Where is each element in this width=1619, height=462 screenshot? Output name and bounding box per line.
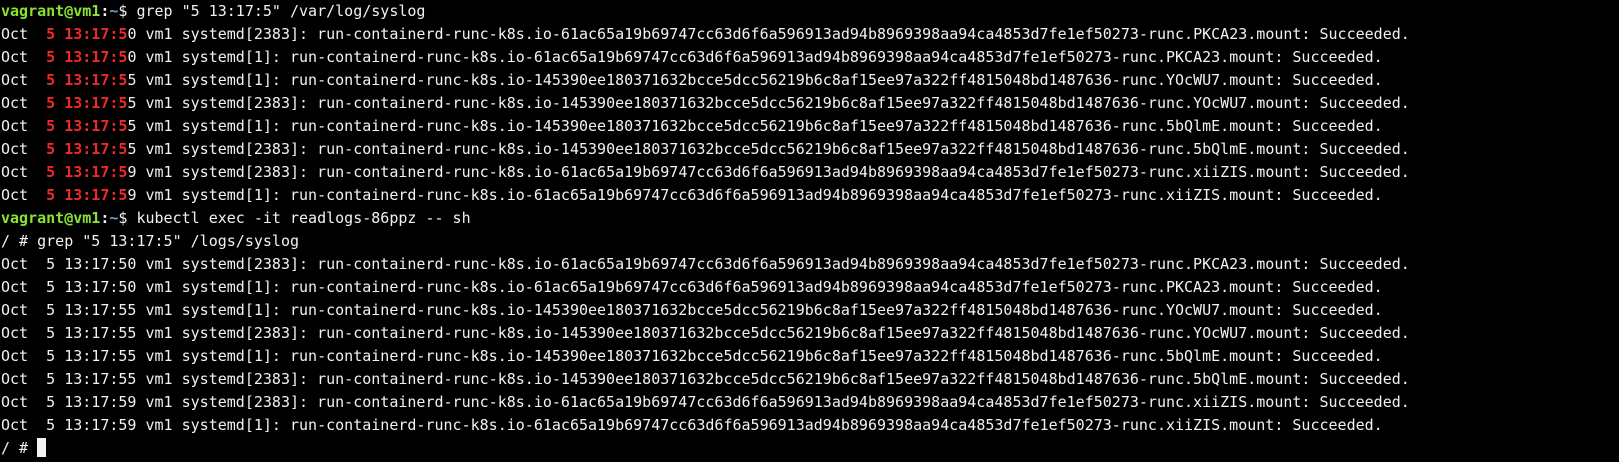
- log-line: Oct 5 13:17:59 vm1 systemd[1]: run-conta…: [1, 416, 1383, 434]
- log-line: Oct 5 13:17:55 vm1 systemd[2383]: run-co…: [1, 138, 1619, 161]
- log-rest: 9 vm1 systemd[2383]: run-containerd-runc…: [127, 163, 1410, 181]
- log-line: Oct 5 13:17:50 vm1 systemd[1]: run-conta…: [1, 46, 1619, 69]
- log-rest: 5 vm1 systemd[2383]: run-containerd-runc…: [127, 140, 1410, 158]
- grep-match: 5 13:17:5: [46, 48, 128, 66]
- log-line: Oct 5 13:17:55 vm1 systemd[1]: run-conta…: [1, 347, 1383, 365]
- log-line: Oct 5 13:17:55 vm1 systemd[2383]: run-co…: [1, 92, 1619, 115]
- log-line: Oct 5 13:17:59 vm1 systemd[1]: run-conta…: [1, 184, 1619, 207]
- command-text: kubectl exec -it readlogs-86ppz -- sh: [136, 209, 471, 227]
- log-month: Oct: [1, 186, 47, 204]
- grep-match: 5 13:17:5: [46, 117, 128, 135]
- container-prompt: / #: [1, 232, 38, 250]
- log-line: Oct 5 13:17:55 vm1 systemd[2383]: run-co…: [1, 324, 1410, 342]
- log-line: Oct 5 13:17:50 vm1 systemd[1]: run-conta…: [1, 278, 1383, 296]
- log-line: Oct 5 13:17:55 vm1 systemd[1]: run-conta…: [1, 69, 1619, 92]
- active-prompt-line[interactable]: / #: [1, 437, 1619, 460]
- prompt-symbol: $: [118, 209, 137, 227]
- log-rest: 9 vm1 systemd[1]: run-containerd-runc-k8…: [127, 186, 1383, 204]
- log-line: Oct 5 13:17:59 vm1 systemd[2383]: run-co…: [1, 393, 1410, 411]
- grep-match: 5 13:17:5: [46, 94, 128, 112]
- grep-match: 5 13:17:5: [46, 163, 128, 181]
- shell-prompt-line: vagrant@vm1:~$ kubectl exec -it readlogs…: [1, 207, 1619, 230]
- command-text: grep "5 13:17:5" /var/log/syslog: [136, 2, 426, 20]
- grep-match: 5 13:17:5: [46, 25, 128, 43]
- prompt-user-host: vagrant@vm1: [1, 2, 101, 20]
- log-line: Oct 5 13:17:59 vm1 systemd[2383]: run-co…: [1, 161, 1619, 184]
- grep-match: 5 13:17:5: [46, 71, 128, 89]
- log-rest: 5 vm1 systemd[1]: run-containerd-runc-k8…: [127, 117, 1383, 135]
- log-month: Oct: [1, 71, 47, 89]
- log-month: Oct: [1, 140, 47, 158]
- host-grep-output: Oct 5 13:17:50 vm1 systemd[2383]: run-co…: [1, 23, 1619, 207]
- log-month: Oct: [1, 94, 47, 112]
- shell-prompt-line: vagrant@vm1:~$ grep "5 13:17:5" /var/log…: [1, 0, 1619, 23]
- grep-match: 5 13:17:5: [46, 140, 128, 158]
- command-text: grep "5 13:17:5" /logs/syslog: [37, 232, 300, 250]
- log-rest: 5 vm1 systemd[2383]: run-containerd-runc…: [127, 94, 1410, 112]
- log-rest: 5 vm1 systemd[1]: run-containerd-runc-k8…: [127, 71, 1383, 89]
- prompt-user-host: vagrant@vm1: [1, 209, 101, 227]
- container-grep-output: Oct 5 13:17:50 vm1 systemd[2383]: run-co…: [1, 253, 1619, 437]
- container-prompt-line: / # grep "5 13:17:5" /logs/syslog: [1, 230, 1619, 253]
- terminal-window[interactable]: vagrant@vm1:~$ grep "5 13:17:5" /var/log…: [0, 0, 1619, 462]
- grep-match: 5 13:17:5: [46, 186, 128, 204]
- log-line: Oct 5 13:17:55 vm1 systemd[1]: run-conta…: [1, 115, 1619, 138]
- log-line: Oct 5 13:17:50 vm1 systemd[2383]: run-co…: [1, 255, 1410, 273]
- log-month: Oct: [1, 117, 47, 135]
- log-month: Oct: [1, 163, 47, 181]
- log-line: Oct 5 13:17:50 vm1 systemd[2383]: run-co…: [1, 23, 1619, 46]
- container-prompt: / #: [1, 439, 38, 457]
- log-line: Oct 5 13:17:55 vm1 systemd[1]: run-conta…: [1, 301, 1383, 319]
- log-line: Oct 5 13:17:55 vm1 systemd[2383]: run-co…: [1, 370, 1410, 388]
- log-rest: 0 vm1 systemd[2383]: run-containerd-runc…: [127, 25, 1410, 43]
- log-month: Oct: [1, 48, 47, 66]
- log-month: Oct: [1, 25, 47, 43]
- text-cursor[interactable]: [37, 438, 47, 457]
- prompt-symbol: $: [118, 2, 137, 20]
- log-rest: 0 vm1 systemd[1]: run-containerd-runc-k8…: [127, 48, 1383, 66]
